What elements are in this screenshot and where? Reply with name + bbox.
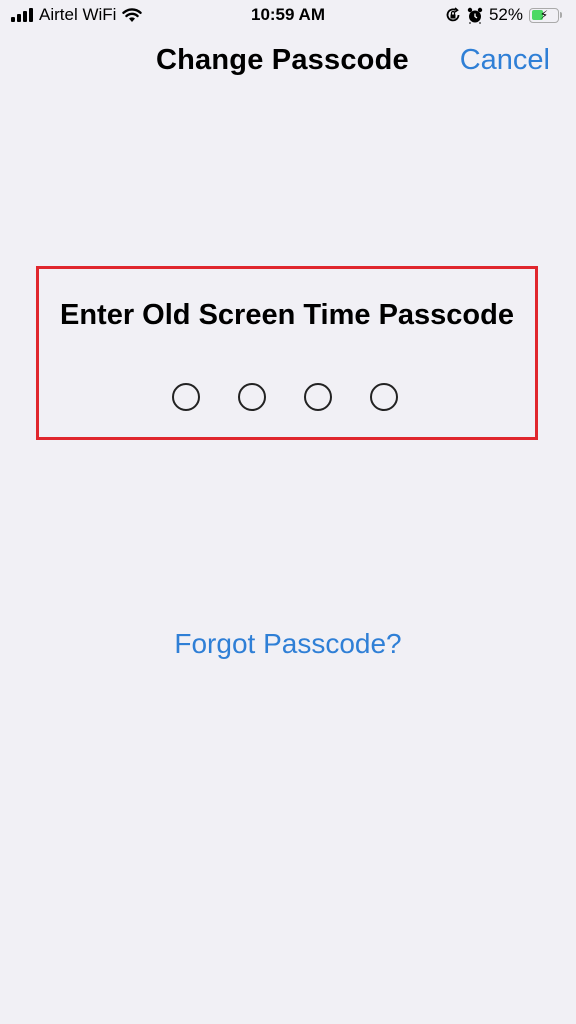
signal-icon	[11, 8, 33, 22]
status-bar-right: 52% ⚡	[445, 5, 562, 25]
passcode-digit-dot	[369, 383, 398, 411]
battery-nub	[560, 12, 562, 18]
cancel-button[interactable]: Cancel	[460, 44, 550, 77]
status-bar-left: Airtel WiFi	[11, 5, 143, 25]
battery-percent: 52%	[488, 5, 523, 24]
passcode-digit-dot	[171, 383, 200, 411]
forgot-passcode-link[interactable]: Forgot Passcode?	[0, 628, 576, 660]
passcode-digit-dot	[303, 383, 332, 411]
passcode-entry-field[interactable]	[39, 383, 535, 411]
navigation-bar: Change Passcode Cancel	[0, 44, 576, 84]
passcode-prompt-title: Enter Old Screen Time Passcode	[60, 299, 514, 331]
battery-charging-icon: ⚡	[529, 7, 559, 23]
wifi-icon	[122, 7, 143, 22]
orientation-lock-icon	[446, 7, 460, 22]
charging-bolt-icon: ⚡	[539, 8, 549, 22]
passcode-digit-dot	[237, 383, 266, 411]
passcode-prompt-highlight: Enter Old Screen Time Passcode	[36, 266, 538, 440]
page-title: Change Passcode	[156, 44, 409, 76]
status-bar: Airtel WiFi 10:59 AM 52% ⚡	[0, 0, 576, 32]
carrier-label: Airtel WiFi	[39, 5, 117, 24]
alarm-icon	[467, 7, 483, 24]
